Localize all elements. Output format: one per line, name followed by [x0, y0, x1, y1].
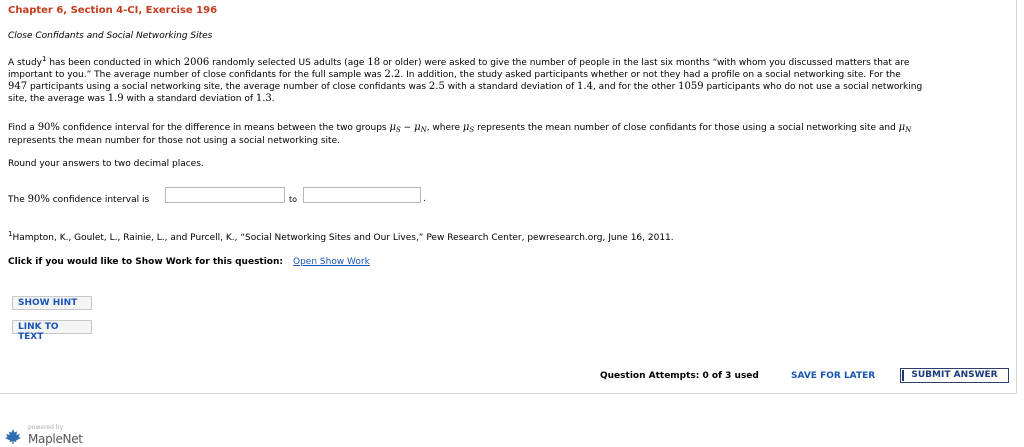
powered-by-label: powered by: [28, 424, 64, 431]
ci-upper-input[interactable]: [303, 187, 421, 203]
task-statement: Find a 90% confidence interval for the d…: [8, 122, 912, 146]
show-work-row: Click if you would like to Show Work for…: [8, 257, 370, 267]
ci-to-label: to: [289, 195, 298, 204]
problem-line-3: 947 participants using a social networki…: [8, 81, 923, 92]
problem-line-2: important to you.” The average number of…: [8, 69, 901, 80]
maple-leaf-icon: [5, 429, 21, 444]
rounding-instruction: Round your answers to two decimal places…: [8, 159, 204, 169]
question-attempts: Question Attempts: 0 of 3 used: [600, 371, 759, 381]
ci-lower-input[interactable]: [165, 187, 285, 203]
question-panel: Chapter 6, Section 4-CI, Exercise 196 Cl…: [0, 0, 1017, 394]
footnote: 1Hampton, K., Goulet, L., Rainie, L., an…: [8, 230, 674, 244]
show-hint-button[interactable]: SHOW HINT: [12, 296, 92, 310]
mu-n-symbol: μN: [414, 122, 427, 134]
problem-statement: A study1 has been conducted in which 200…: [8, 55, 1016, 105]
open-show-work-link[interactable]: Open Show Work: [293, 257, 370, 267]
link-to-text-button[interactable]: LINK TO TEXT: [12, 320, 92, 342]
ci-period: .: [423, 194, 426, 204]
mu-s-symbol: μS: [389, 122, 401, 134]
submit-answer-button[interactable]: SUBMIT ANSWER: [900, 368, 1009, 383]
maplenet-logo: MapleNet: [28, 432, 83, 446]
exercise-subtitle: Close Confidants and Social Networking S…: [8, 31, 213, 41]
ci-label: The 90% confidence interval is: [8, 194, 150, 205]
problem-line-4: site, the average was 1.9 with a standar…: [8, 93, 275, 104]
save-for-later-button[interactable]: SAVE FOR LATER: [791, 371, 875, 381]
chapter-title: Chapter 6, Section 4-CI, Exercise 196: [8, 5, 218, 16]
problem-line-1: A study1 has been conducted in which 200…: [8, 55, 910, 69]
